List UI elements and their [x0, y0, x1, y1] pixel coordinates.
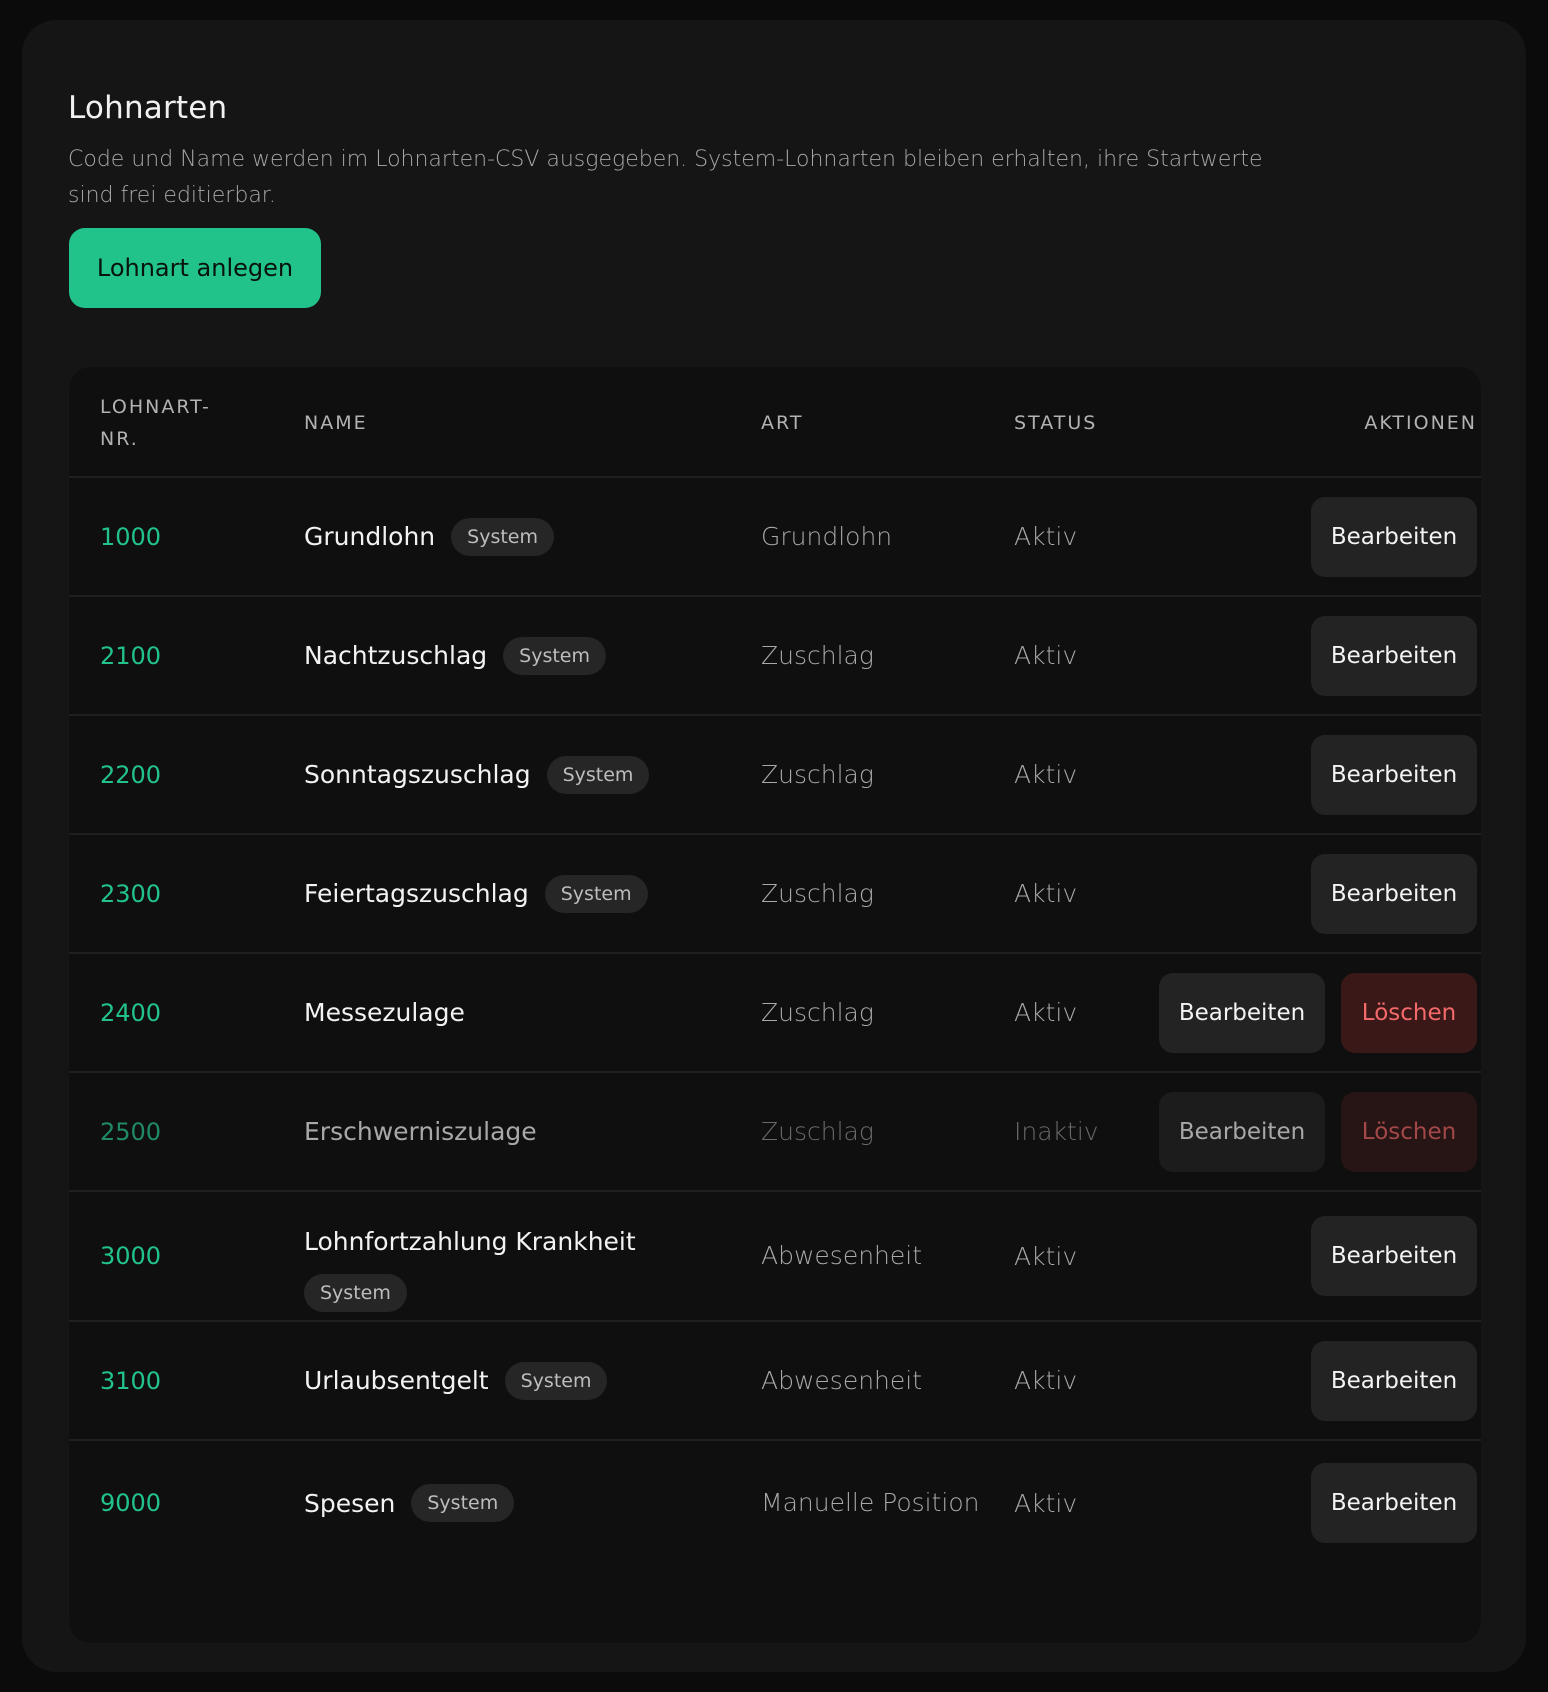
- edit-button[interactable]: Bearbeiten: [1311, 615, 1477, 696]
- row-name-cell: Grundlohn System: [304, 478, 744, 595]
- row-code: 2300: [100, 879, 162, 908]
- row-name: Spesen: [304, 1488, 396, 1518]
- row-actions: Bearbeiten: [1311, 1441, 1477, 1565]
- table-row: 2300 Feiertagszuschlag System Zuschlag A…: [69, 835, 1481, 954]
- row-status: Aktiv: [1014, 1488, 1078, 1518]
- column-header-status: STATUS: [1014, 411, 1098, 434]
- delete-button[interactable]: Löschen: [1341, 1091, 1477, 1172]
- column-header-type: ART: [761, 411, 804, 434]
- row-name-cell: Spesen System: [304, 1441, 744, 1565]
- edit-button[interactable]: Bearbeiten: [1159, 972, 1325, 1053]
- row-code: 2400: [100, 998, 162, 1027]
- wage-types-table: LOHNART-NR. NAME ART STATUS AKTIONEN 100…: [69, 367, 1481, 1643]
- system-badge: System: [304, 1274, 407, 1312]
- table-row: 2100 Nachtzuschlag System Zuschlag Aktiv…: [69, 597, 1481, 716]
- row-status: Aktiv: [1014, 641, 1078, 670]
- wage-types-card: Lohnarten Code und Name werden im Lohnar…: [22, 20, 1526, 1672]
- table-row: 3100 Urlaubsentgelt System Abwesenheit A…: [69, 1322, 1481, 1441]
- system-badge: System: [451, 517, 554, 556]
- edit-button[interactable]: Bearbeiten: [1311, 496, 1477, 577]
- row-type: Abwesenheit: [761, 1241, 923, 1270]
- row-status: Aktiv: [1014, 1241, 1078, 1271]
- edit-button[interactable]: Bearbeiten: [1311, 1463, 1477, 1543]
- table-row: 2500 Erschwerniszulage Zuschlag Inaktiv …: [69, 1073, 1481, 1192]
- row-name: Urlaubsentgelt: [304, 1366, 489, 1395]
- row-name-cell: Nachtzuschlag System: [304, 597, 744, 714]
- row-status: Aktiv: [1014, 879, 1078, 908]
- column-header-code: LOHNART-NR.: [100, 395, 211, 450]
- row-status: Aktiv: [1014, 760, 1078, 789]
- table-row: 3000 Lohnfortzahlung Krankheit System Ab…: [69, 1192, 1481, 1322]
- row-name: Lohnfortzahlung Krankheit: [304, 1227, 636, 1256]
- row-actions: Bearbeiten: [1311, 1192, 1477, 1320]
- row-name: Sonntagszuschlag: [304, 760, 531, 789]
- row-type: Zuschlag: [761, 878, 874, 908]
- row-name-cell: Messezulage: [304, 954, 744, 1071]
- row-status: Aktiv: [1014, 998, 1078, 1027]
- row-code: 3000: [100, 1242, 162, 1270]
- system-badge: System: [503, 636, 606, 675]
- row-name-cell: Feiertagszuschlag System: [304, 835, 744, 952]
- row-code: 2200: [100, 760, 162, 789]
- create-wage-type-button[interactable]: Lohnart anlegen: [69, 228, 321, 308]
- delete-button[interactable]: Löschen: [1341, 972, 1477, 1053]
- row-name: Feiertagszuschlag: [304, 879, 529, 908]
- table-row: 2200 Sonntagszuschlag System Zuschlag Ak…: [69, 716, 1481, 835]
- row-code: 2500: [100, 1117, 162, 1146]
- row-status: Aktiv: [1014, 1366, 1078, 1395]
- table-row: 9000 Spesen System Manuelle Position Akt…: [69, 1441, 1481, 1565]
- row-name: Grundlohn: [304, 522, 436, 551]
- row-type: Zuschlag: [761, 1116, 874, 1146]
- row-actions: Bearbeiten: [1311, 478, 1477, 595]
- row-type: Zuschlag: [761, 759, 874, 789]
- row-type: Abwesenheit: [761, 1365, 923, 1395]
- column-header-actions: AKTIONEN: [1364, 411, 1477, 434]
- row-status: Aktiv: [1014, 522, 1078, 551]
- edit-button[interactable]: Bearbeiten: [1311, 734, 1477, 815]
- edit-button[interactable]: Bearbeiten: [1311, 853, 1477, 934]
- row-name-cell: Sonntagszuschlag System: [304, 716, 744, 833]
- row-code: 9000: [100, 1489, 162, 1517]
- system-badge: System: [411, 1484, 515, 1522]
- edit-button[interactable]: Bearbeiten: [1311, 1340, 1477, 1421]
- row-code: 2100: [100, 641, 162, 670]
- system-badge: System: [504, 1361, 608, 1400]
- row-actions: Bearbeiten: [1311, 1322, 1477, 1439]
- system-badge: System: [544, 874, 648, 913]
- row-actions: Bearbeiten: [1311, 835, 1477, 952]
- row-actions: Bearbeiten Löschen: [1159, 1073, 1477, 1190]
- table-header: LOHNART-NR. NAME ART STATUS AKTIONEN: [69, 367, 1481, 478]
- page-description: Code und Name werden im Lohnarten-CSV au…: [68, 147, 1263, 208]
- row-type: Zuschlag: [761, 640, 874, 670]
- edit-button[interactable]: Bearbeiten: [1159, 1091, 1325, 1172]
- column-header-name: NAME: [304, 411, 368, 434]
- row-name: Erschwerniszulage: [304, 1117, 537, 1146]
- table-row: 1000 Grundlohn System Grundlohn Aktiv Be…: [69, 478, 1481, 597]
- table-row: 2400 Messezulage Zuschlag Aktiv Bearbeit…: [69, 954, 1481, 1073]
- row-type: Zuschlag: [761, 997, 874, 1027]
- page-title: Lohnarten: [68, 90, 228, 126]
- row-name: Messezulage: [304, 998, 465, 1027]
- row-name-cell: Erschwerniszulage: [304, 1073, 744, 1190]
- row-actions: Bearbeiten Löschen: [1159, 954, 1477, 1071]
- row-actions: Bearbeiten: [1311, 716, 1477, 833]
- row-type: Manuelle Position: [761, 1488, 980, 1517]
- row-code: 3100: [100, 1366, 162, 1395]
- system-badge: System: [546, 755, 650, 794]
- row-name-cell: Lohnfortzahlung Krankheit System: [304, 1192, 744, 1320]
- row-status: Inaktiv: [1014, 1117, 1099, 1146]
- edit-button[interactable]: Bearbeiten: [1311, 1216, 1477, 1296]
- row-actions: Bearbeiten: [1311, 597, 1477, 714]
- row-type: Grundlohn: [761, 521, 893, 551]
- row-name-cell: Urlaubsentgelt System: [304, 1322, 744, 1439]
- row-code: 1000: [100, 522, 162, 551]
- row-name: Nachtzuschlag: [304, 641, 488, 670]
